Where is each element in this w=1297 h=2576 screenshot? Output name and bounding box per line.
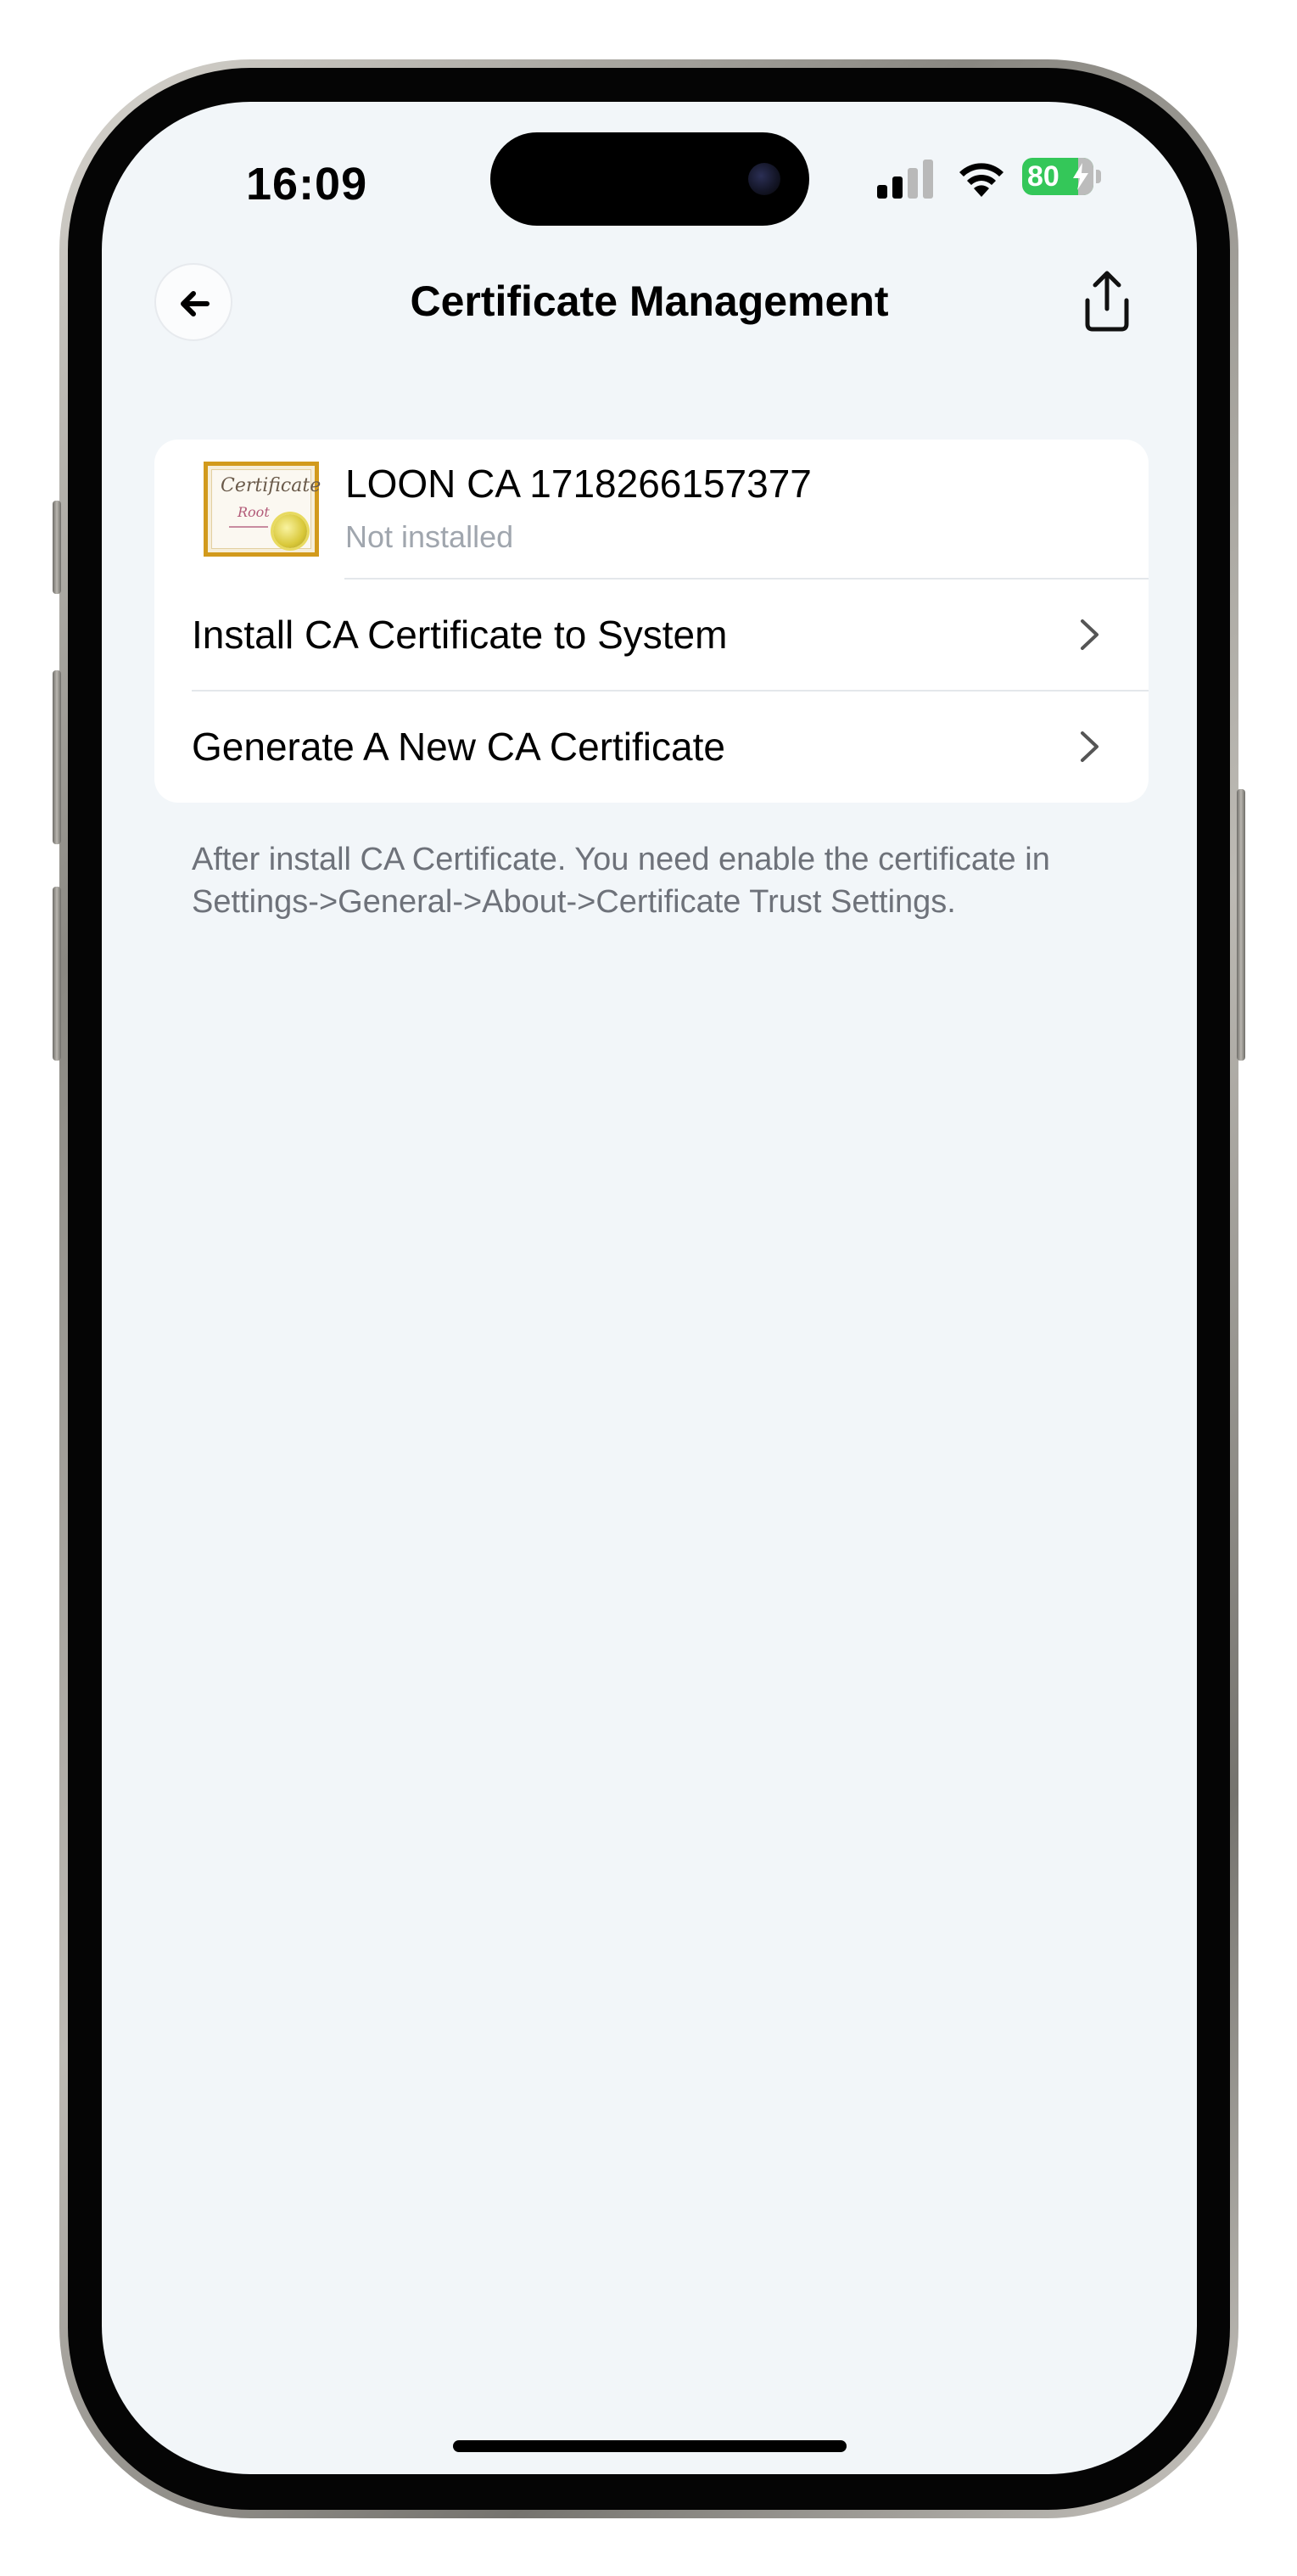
- seal-icon: [273, 514, 307, 548]
- install-certificate-row[interactable]: Install CA Certificate to System: [154, 580, 1149, 690]
- action-button: [53, 501, 61, 594]
- generate-certificate-label: Generate A New CA Certificate: [192, 725, 725, 769]
- screen: 16:09 80 Certificate Management Certific…: [102, 102, 1197, 2474]
- volume-up-button: [53, 670, 61, 844]
- certificate-status: Not installed: [345, 519, 514, 554]
- home-indicator[interactable]: [453, 2440, 847, 2452]
- status-time: 16:09: [246, 159, 368, 210]
- volume-down-button: [53, 887, 61, 1061]
- wifi-icon: [959, 163, 1003, 197]
- install-certificate-label: Install CA Certificate to System: [192, 613, 728, 657]
- cellular-signal-icon: [877, 158, 935, 199]
- charging-bolt-icon: [1073, 163, 1088, 190]
- battery-level: 80: [1027, 160, 1059, 193]
- page-title: Certificate Management: [410, 277, 889, 325]
- certificate-info-row: Certificate Root LOON CA 1718266157377 N…: [154, 440, 1149, 578]
- battery-indicator: 80: [1022, 158, 1093, 195]
- share-icon[interactable]: [1069, 263, 1145, 339]
- chevron-right-icon: [1081, 619, 1099, 650]
- certificate-icon: Certificate Root: [204, 462, 321, 557]
- camera-icon: [748, 163, 780, 195]
- battery-cap: [1096, 170, 1101, 183]
- dynamic-island: [490, 132, 809, 226]
- generate-certificate-row[interactable]: Generate A New CA Certificate: [154, 692, 1149, 802]
- instruction-note: After install CA Certificate. You need e…: [192, 842, 1050, 920]
- certificate-card: Certificate Root LOON CA 1718266157377 N…: [154, 440, 1149, 803]
- chevron-right-icon: [1081, 731, 1099, 762]
- certificate-name: LOON CA 1718266157377: [345, 462, 812, 506]
- power-button: [1237, 789, 1245, 1061]
